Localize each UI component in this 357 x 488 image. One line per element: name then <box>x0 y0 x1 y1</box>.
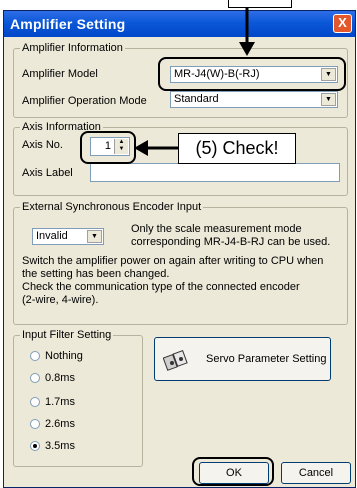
stage: Amplifier Setting X Amplifier Informatio… <box>0 0 357 488</box>
left-arrow-icon <box>134 140 178 156</box>
